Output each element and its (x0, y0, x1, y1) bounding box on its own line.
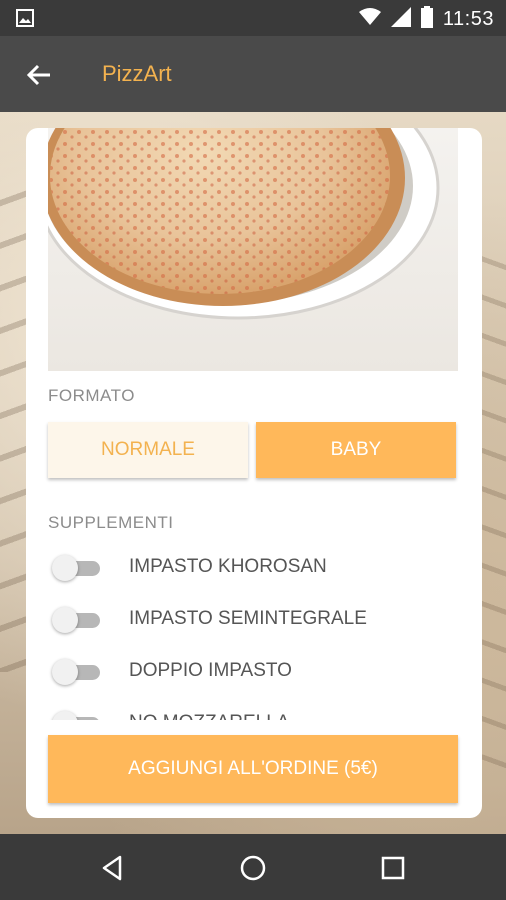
wifi-icon (358, 8, 381, 31)
supplement-label: NO MOZZARELLA (129, 712, 289, 720)
pizza-photo (48, 128, 458, 371)
app-title: PizzArt (102, 61, 172, 86)
supplement-label: IMPASTO KHOROSAN (129, 556, 327, 577)
supplement-item: IMPASTO KHOROSAN (48, 540, 458, 592)
recents-square-icon[interactable] (378, 853, 408, 883)
nav-bar (0, 834, 506, 900)
supplement-item: NO MOZZARELLA (48, 696, 458, 720)
supplementi-list[interactable]: IMPASTO KHOROSAN IMPASTO SEMINTEGRALE DO… (48, 540, 458, 720)
add-to-order-button[interactable]: AGGIUNGI ALL'ORDINE (5€) (48, 735, 458, 803)
gallery-icon (16, 9, 34, 32)
formato-label: FORMATO (48, 386, 135, 405)
signal-icon (390, 7, 411, 32)
app-bar: PizzArt (0, 36, 506, 112)
supplement-item: IMPASTO SEMINTEGRALE (48, 592, 458, 644)
arrow-left-icon[interactable] (24, 60, 54, 90)
supplement-toggle-no-mozzarella[interactable] (52, 710, 100, 720)
battery-icon (420, 6, 433, 33)
format-baby-button[interactable]: BABY (256, 422, 456, 478)
supplement-toggle-khorosan[interactable] (52, 554, 100, 582)
supplement-toggle-doppio-impasto[interactable] (52, 658, 100, 686)
back-triangle-icon[interactable] (98, 853, 128, 883)
status-bar: 11:53 (0, 0, 506, 36)
supplement-label: IMPASTO SEMINTEGRALE (129, 608, 367, 629)
supplement-label: DOPPIO IMPASTO (129, 660, 292, 681)
supplement-item: DOPPIO IMPASTO (48, 644, 458, 696)
product-card: FORMATO NORMALE BABY SUPPLEMENTI IMPASTO… (26, 128, 482, 818)
status-time: 11:53 (442, 8, 494, 30)
supplement-toggle-semintegrale[interactable] (52, 606, 100, 634)
home-circle-icon[interactable] (238, 853, 268, 883)
format-normale-button[interactable]: NORMALE (48, 422, 248, 478)
supplementi-label: SUPPLEMENTI (48, 513, 174, 532)
